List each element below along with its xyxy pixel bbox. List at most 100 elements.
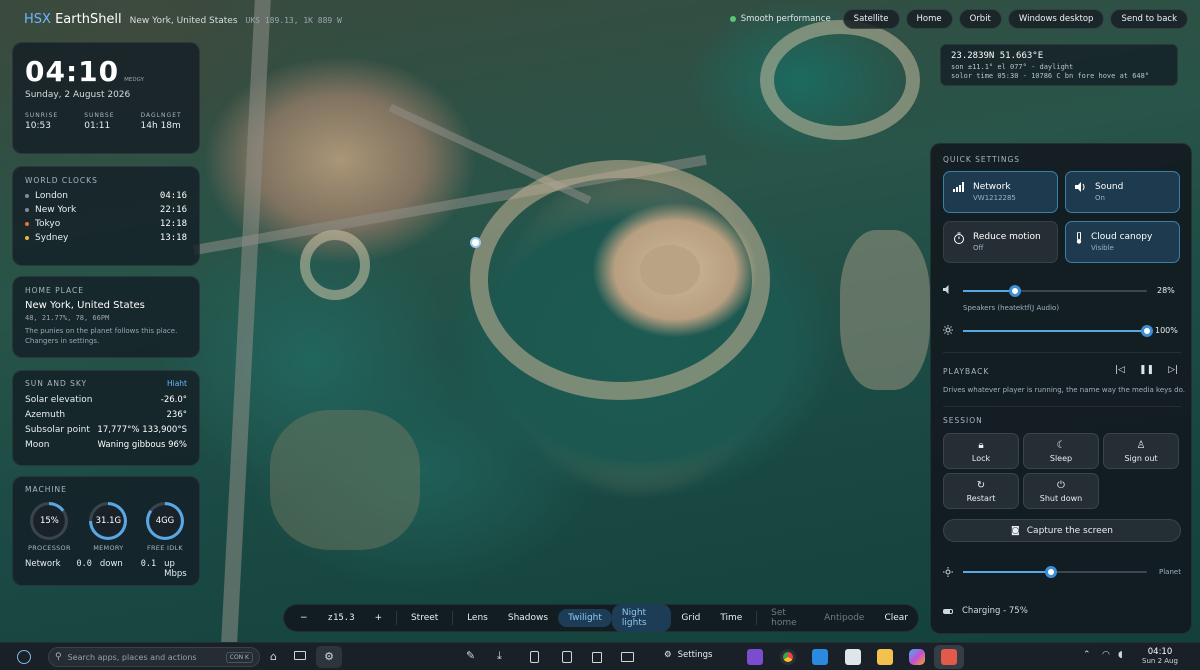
gauge-ring: 31.1G xyxy=(89,502,128,540)
outlook-icon[interactable] xyxy=(845,649,861,665)
pen-icon[interactable]: ✎ xyxy=(466,649,475,662)
map-toolbar: − z15.3 + Street Lens Shadows Twilight N… xyxy=(283,604,919,632)
sky-row: Moon Waning gibbous 96% xyxy=(25,440,187,450)
restart-icon: ↻ xyxy=(976,479,986,491)
charging-status: Charging - 75% xyxy=(962,606,1028,616)
search-shortcut: CON K xyxy=(225,651,253,663)
home-place-panel[interactable]: HOME PLACE New York, United States 48, 2… xyxy=(12,276,200,358)
signal-icon xyxy=(953,182,964,192)
status-dot-icon xyxy=(729,16,736,22)
cloud-canopy-label: Cloud canopy xyxy=(1091,232,1153,242)
orbit-button[interactable]: Orbit xyxy=(958,9,1002,29)
home-place-note: The punies on the planet follows this pl… xyxy=(25,327,178,345)
location-marker[interactable] xyxy=(470,237,481,248)
folder-outline-icon[interactable] xyxy=(621,652,634,662)
send-to-back-button[interactable]: Send to back xyxy=(1110,9,1188,29)
lens-button[interactable]: Lens xyxy=(457,609,498,627)
home-place-name: New York, United States xyxy=(25,300,145,311)
sun-sky-title: SUN AND SKY xyxy=(25,379,88,388)
network-tile-label: Network xyxy=(973,182,1011,192)
time-button[interactable]: Time xyxy=(710,609,752,627)
clock-dot-icon xyxy=(25,222,29,226)
home-icon[interactable]: ⌂ xyxy=(270,650,277,663)
previous-track-icon[interactable]: |◁ xyxy=(1115,365,1125,375)
world-clock-city: New York xyxy=(35,205,77,215)
tray-chevron-icon[interactable]: ⌃ xyxy=(1083,650,1091,660)
copilot-icon[interactable] xyxy=(909,649,925,665)
machine-title: MACHINE xyxy=(25,485,67,494)
gauge-ring: 15% xyxy=(30,502,69,540)
twilight-button[interactable]: Twilight xyxy=(558,609,612,627)
search-box[interactable]: ⚲ Search apps, places and actions CON K xyxy=(48,647,260,667)
restart-button[interactable]: ↻ Restart xyxy=(943,473,1019,509)
shut-down-button[interactable]: ⏻ Shut down xyxy=(1023,473,1099,509)
phone-icon[interactable] xyxy=(530,651,539,663)
world-clock-time: 12:18 xyxy=(159,219,187,229)
daylight-value: 14h 18m xyxy=(140,121,181,131)
quick-settings-title: QUICK SETTINGS xyxy=(943,155,1021,164)
pause-icon[interactable]: ❚❚ xyxy=(1139,365,1154,375)
clock-dot-icon xyxy=(25,236,29,240)
sound-tile-label: Sound xyxy=(1095,182,1124,192)
sun-sky-tag[interactable]: Hiaht xyxy=(167,379,187,388)
gauge-value: 31.1G xyxy=(95,516,122,526)
lock-button[interactable]: 🔒︎ Lock xyxy=(943,433,1019,469)
clock-panel: 04:10 MEDGY Sunday, 2 August 2026 SUNRIS… xyxy=(12,42,200,154)
windows-desktop-button[interactable]: Windows desktop xyxy=(1007,9,1105,29)
zoom-out-button[interactable]: − xyxy=(290,609,318,627)
next-track-icon[interactable]: ▷| xyxy=(1168,365,1178,375)
clear-button[interactable]: Clear xyxy=(874,609,918,627)
speaker-device: Speakers (heatektf(J Audio) xyxy=(963,304,1060,312)
start-logo-icon[interactable] xyxy=(17,650,31,664)
sound-tile-sub: On xyxy=(1095,194,1105,202)
wifi-icon[interactable]: ◠ xyxy=(1102,650,1110,660)
sky-row-label: Solar elevation xyxy=(25,395,93,405)
volume-slider[interactable] xyxy=(963,285,1147,297)
reduce-motion-tile[interactable]: Reduce motion Off xyxy=(943,221,1058,263)
world-clock-city: Tokyo xyxy=(35,219,61,229)
gauge-value: 15% xyxy=(39,516,59,526)
download-icon[interactable]: ⤓ xyxy=(497,649,502,663)
sky-row: Solar elevation -26.0° xyxy=(25,395,187,405)
gauge-value: 4GG xyxy=(155,516,175,526)
sound-tile[interactable]: Sound On xyxy=(1065,171,1180,213)
chrome-icon[interactable] xyxy=(780,649,796,665)
sunset-label: SUNBSE xyxy=(84,112,115,119)
shadows-button[interactable]: Shadows xyxy=(498,609,558,627)
speaker-icon xyxy=(1075,182,1085,192)
brightness-slider[interactable] xyxy=(963,325,1153,337)
street-button[interactable]: Street xyxy=(401,609,448,627)
cloud-canopy-tile[interactable]: Cloud canopy Visible xyxy=(1065,221,1180,263)
vscode-icon[interactable] xyxy=(812,649,828,665)
session-title: SESSION xyxy=(943,416,983,425)
gauge-label: FREE IDLK xyxy=(146,544,183,552)
settings-app[interactable]: ⚙ Settings xyxy=(664,650,713,660)
grid-button[interactable]: Grid xyxy=(671,609,710,627)
coordinate-readout: 23.2839N 51.663°E son ±11.1° el 077° - d… xyxy=(940,44,1178,86)
settings-gear-icon[interactable]: ⚙ xyxy=(316,646,342,668)
playback-title: PLAYBACK xyxy=(943,367,990,376)
top-nav: Smooth performance Satellite Home Orbit … xyxy=(729,9,1188,29)
daylight-label: DAGLNGET xyxy=(140,112,182,119)
antipode-button[interactable]: Antipode xyxy=(814,609,874,627)
earthshell-taskbar-app[interactable] xyxy=(934,645,964,669)
taskbar-clock[interactable]: 04:10 Sun 2 Aug xyxy=(1140,647,1180,665)
volume-icon xyxy=(943,285,949,294)
network-tile[interactable]: Network VW1212285 xyxy=(943,171,1058,213)
clipboard-icon[interactable] xyxy=(562,651,572,663)
visual-studio-icon[interactable] xyxy=(747,649,763,665)
sleep-button[interactable]: ☾ Sleep xyxy=(1023,433,1099,469)
planet-slider[interactable] xyxy=(963,566,1147,578)
zoom-in-button[interactable]: + xyxy=(365,609,393,627)
night-lights-button[interactable]: Night lights xyxy=(611,604,672,632)
home-button[interactable]: Home xyxy=(905,9,953,29)
sign-out-button[interactable]: ♙ Sign out xyxy=(1103,433,1179,469)
world-clock-time: 13:18 xyxy=(159,233,187,243)
satellite-button[interactable]: Satellite xyxy=(842,9,900,29)
folder-icon[interactable] xyxy=(294,651,306,660)
file-explorer-icon[interactable] xyxy=(877,649,893,665)
set-home-button[interactable]: Set home xyxy=(761,604,814,632)
volume-tray-icon[interactable]: ◖ xyxy=(1118,650,1123,660)
capture-screen-button[interactable]: ◙ Capture the screen xyxy=(943,519,1181,542)
bag-icon[interactable] xyxy=(592,652,602,663)
